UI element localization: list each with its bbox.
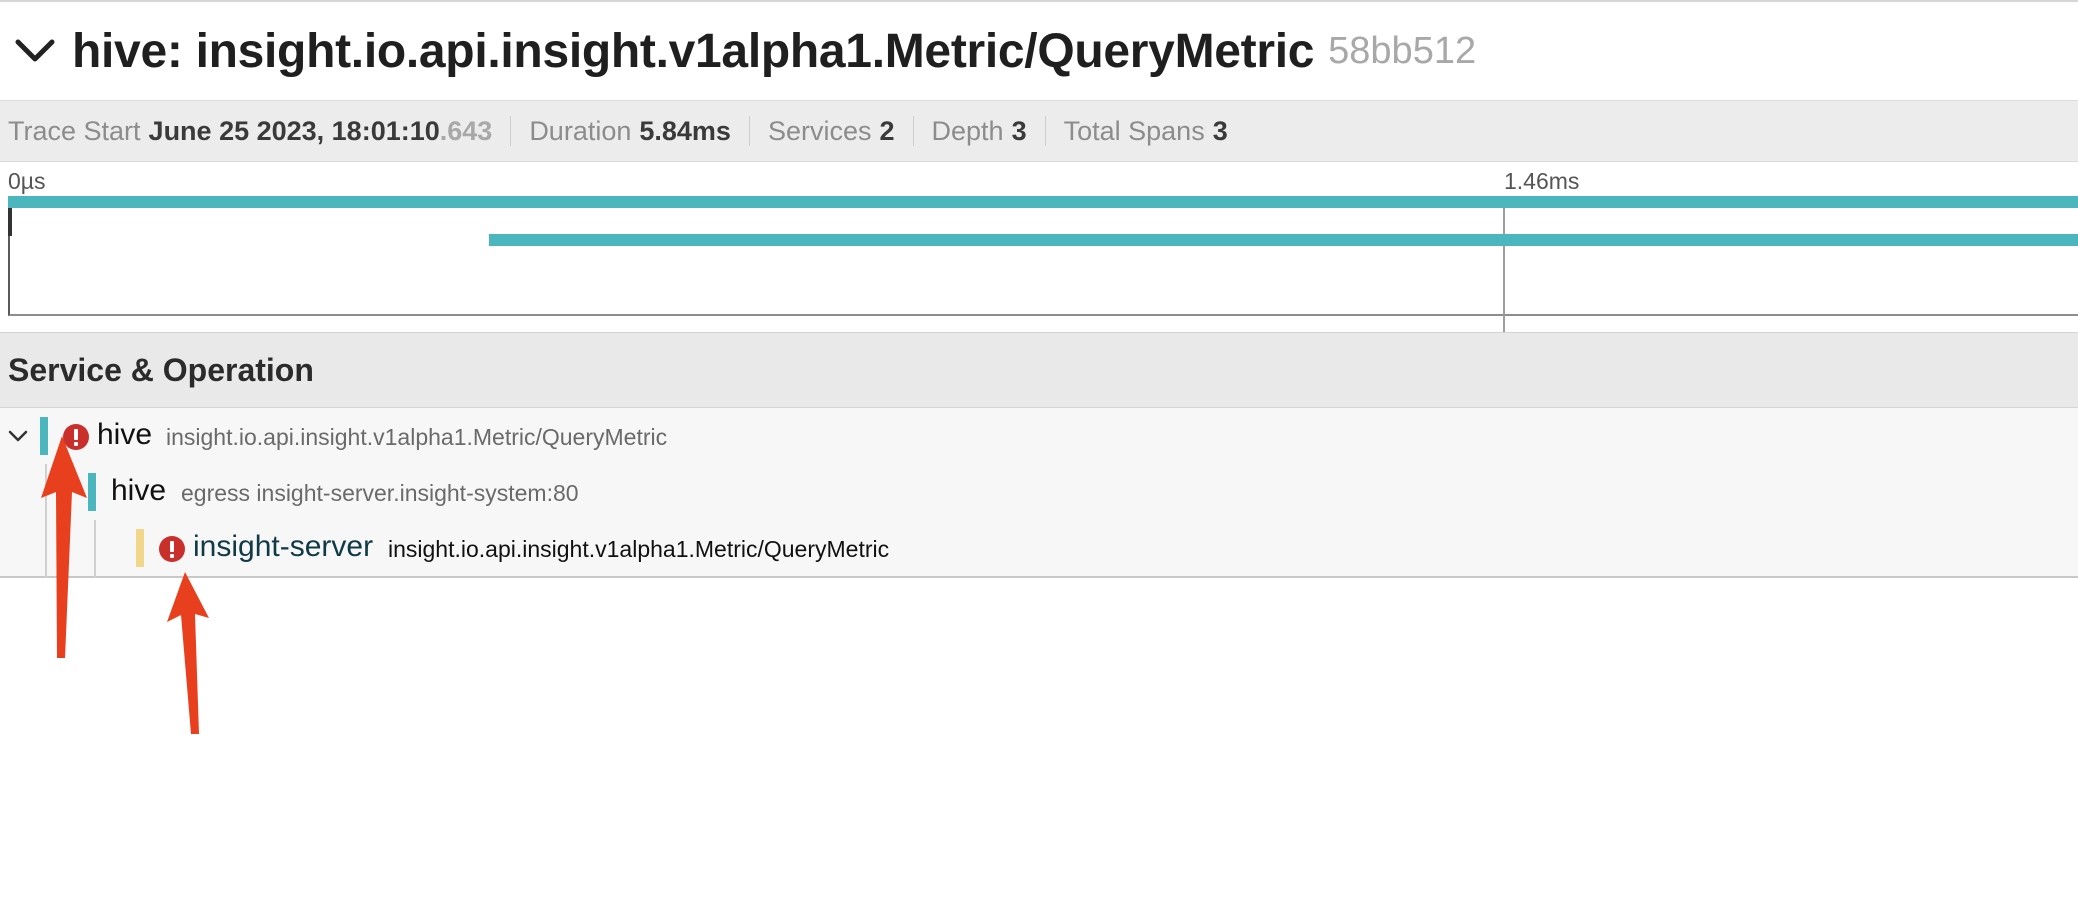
span-operation-name: insight.io.api.insight.v1alpha1.Metric/Q… (166, 424, 668, 450)
meta-label: Duration (529, 116, 632, 146)
minimap-span-bar (8, 196, 2078, 208)
meta-value: 2 (879, 116, 895, 146)
meta-value: 3 (1011, 116, 1027, 146)
trace-id: 58bb512 (1328, 29, 1477, 72)
span-operation-name: insight.io.api.insight.v1alpha1.Metric/Q… (388, 536, 890, 562)
chevron-down-icon[interactable] (10, 26, 60, 76)
span-color-bar (136, 529, 144, 567)
arrow-icon (41, 436, 87, 658)
span-service-name: hive (97, 418, 153, 451)
span-list: hive insight.io.api.insight.v1alpha1.Met… (0, 408, 2078, 578)
meta-label: Services (767, 116, 872, 146)
trace-minimap[interactable]: 0µs 1.46ms (0, 162, 2078, 476)
minimap-frame (8, 196, 2078, 316)
trace-header: hive: insight.io.api.insight.v1alpha1.Me… (0, 2, 2078, 100)
tick-label-0: 0µs (8, 168, 46, 194)
span-row[interactable]: insight-server insight.io.api.insight.v1… (0, 520, 2078, 576)
meta-trace-start: Trace Start June 25 2023, 18:01:10.643 (0, 116, 512, 146)
meta-value: 3 (1212, 116, 1228, 146)
span-service-name: insight-server (193, 530, 374, 563)
meta-total-spans: Total Spans 3 (1046, 116, 1246, 146)
meta-label: Trace Start (8, 116, 141, 146)
trace-title: hive: insight.io.api.insight.v1alpha1.Me… (72, 24, 1315, 78)
trace-meta-bar: Trace Start June 25 2023, 18:01:10.643 D… (0, 100, 2078, 162)
span-row[interactable]: hive egress insight-server.insight-syste… (0, 464, 2078, 520)
meta-services: Services 2 (750, 116, 914, 146)
span-row[interactable]: hive insight.io.api.insight.v1alpha1.Met… (0, 408, 2078, 464)
meta-value: 5.84ms (639, 116, 731, 146)
minimap-span-bar (489, 234, 2078, 246)
span-service-name: hive (111, 474, 167, 507)
span-operation-name: egress insight-server.insight-system:80 (181, 480, 579, 506)
error-icon (159, 536, 185, 562)
meta-label: Depth (931, 116, 1004, 146)
meta-depth: Depth 3 (914, 116, 1046, 146)
service-operation-header: Service & Operation (0, 332, 2078, 408)
section-title: Service & Operation (8, 351, 314, 388)
chevron-down-icon[interactable] (4, 422, 32, 450)
meta-ms: .643 (439, 116, 493, 146)
meta-value: June 25 2023, 18:01:10 (148, 116, 440, 146)
tick-label-1: 1.46ms (1504, 168, 1580, 194)
meta-label: Total Spans (1063, 116, 1205, 146)
arrow-icon (167, 572, 209, 734)
meta-duration: Duration 5.84ms (511, 116, 750, 146)
